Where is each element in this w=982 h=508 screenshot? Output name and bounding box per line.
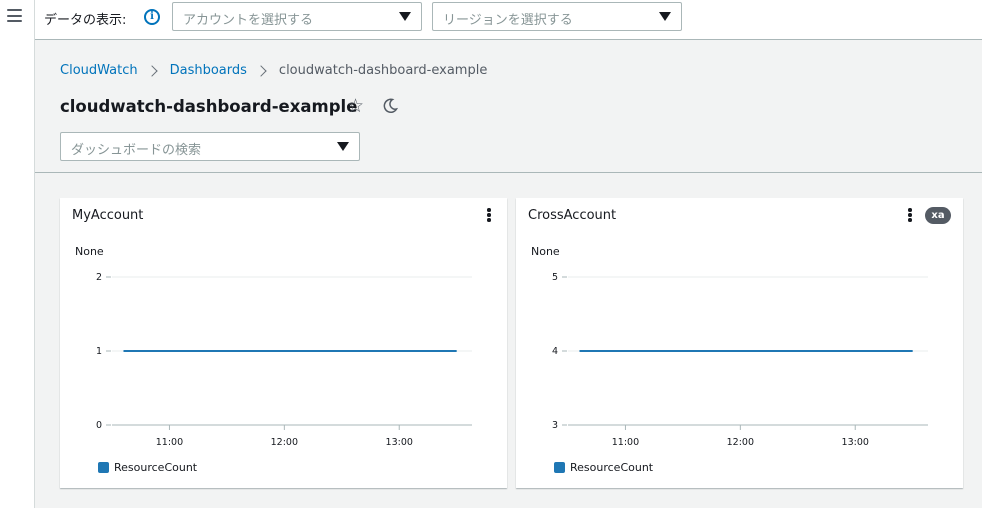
chart-legend[interactable]: ResourceCount	[98, 461, 197, 474]
x-tick-label: 13:00	[386, 437, 413, 448]
breadcrumb-cloudwatch[interactable]: CloudWatch	[60, 63, 138, 78]
x-tick-label: 12:00	[727, 437, 754, 448]
x-tick-label: 11:00	[612, 437, 639, 448]
y-axis-unit-label: None	[75, 245, 104, 258]
legend-swatch	[98, 462, 109, 473]
y-tick-label: 0	[96, 420, 102, 431]
menu-icon[interactable]	[7, 9, 22, 22]
chevron-right-icon	[255, 64, 267, 77]
moon-icon[interactable]	[382, 98, 398, 114]
breadcrumb-dashboards[interactable]: Dashboards	[170, 63, 247, 78]
region-select[interactable]: リージョンを選択する	[432, 2, 682, 31]
side-rail	[0, 0, 35, 508]
widget-crossaccount: CrossAccount xa None 3 4 5 11:00 12:00 13:00 …	[516, 198, 963, 488]
caret-down-icon	[659, 12, 671, 21]
cross-account-badge: xa	[925, 207, 951, 224]
legend-swatch	[554, 462, 565, 473]
breadcrumb-current: cloudwatch-dashboard-example	[278, 63, 488, 78]
chevron-right-icon	[145, 64, 158, 77]
line-chart-myaccount: 0 1 2 11:00 12:00 13:00	[96, 272, 472, 448]
y-axis-unit-label: None	[531, 245, 560, 258]
caret-down-icon	[337, 142, 349, 151]
dashboard-search-placeholder: ダッシュボードの検索	[71, 143, 202, 158]
widget-menu-icon[interactable]	[906, 208, 914, 222]
dashboard-header: CloudWatch Dashboards cloudwatch-dashboa…	[35, 40, 982, 173]
line-chart-crossaccount: 3 4 5 11:00 12:00 13:00	[552, 272, 928, 448]
info-icon[interactable]: i	[144, 9, 160, 25]
legend-label: ResourceCount	[570, 461, 654, 474]
y-tick-label: 3	[552, 420, 558, 431]
account-select-placeholder: アカウントを選択する	[183, 13, 314, 28]
widget-title: MyAccount	[72, 208, 144, 223]
widget-title: CrossAccount	[528, 208, 617, 223]
top-bar: データの表示: i アカウントを選択する リージョンを選択する	[35, 0, 982, 40]
breadcrumb: CloudWatch Dashboards cloudwatch-dashboa…	[60, 63, 487, 78]
y-tick-label: 1	[96, 346, 102, 357]
region-select-placeholder: リージョンを選択する	[443, 13, 573, 28]
favorite-star-icon[interactable]: ☆	[347, 96, 364, 116]
chart-legend[interactable]: ResourceCount	[554, 461, 653, 474]
widget-menu-icon[interactable]	[485, 208, 493, 222]
caret-down-icon	[399, 12, 411, 21]
x-tick-label: 11:00	[156, 437, 183, 448]
legend-label: ResourceCount	[114, 461, 198, 474]
widget-myaccount: MyAccount None 0 1 2 11:00 12:00 13:00 Resour…	[60, 198, 507, 488]
y-tick-label: 2	[96, 272, 102, 283]
y-tick-label: 4	[552, 346, 558, 357]
page-title: cloudwatch-dashboard-example	[60, 97, 358, 116]
view-data-label: データの表示:	[44, 13, 127, 28]
y-tick-label: 5	[552, 272, 558, 283]
x-tick-label: 12:00	[271, 437, 298, 448]
x-tick-label: 13:00	[842, 437, 869, 448]
dashboard-search-select[interactable]: ダッシュボードの検索	[60, 132, 360, 161]
account-select[interactable]: アカウントを選択する	[172, 2, 422, 31]
